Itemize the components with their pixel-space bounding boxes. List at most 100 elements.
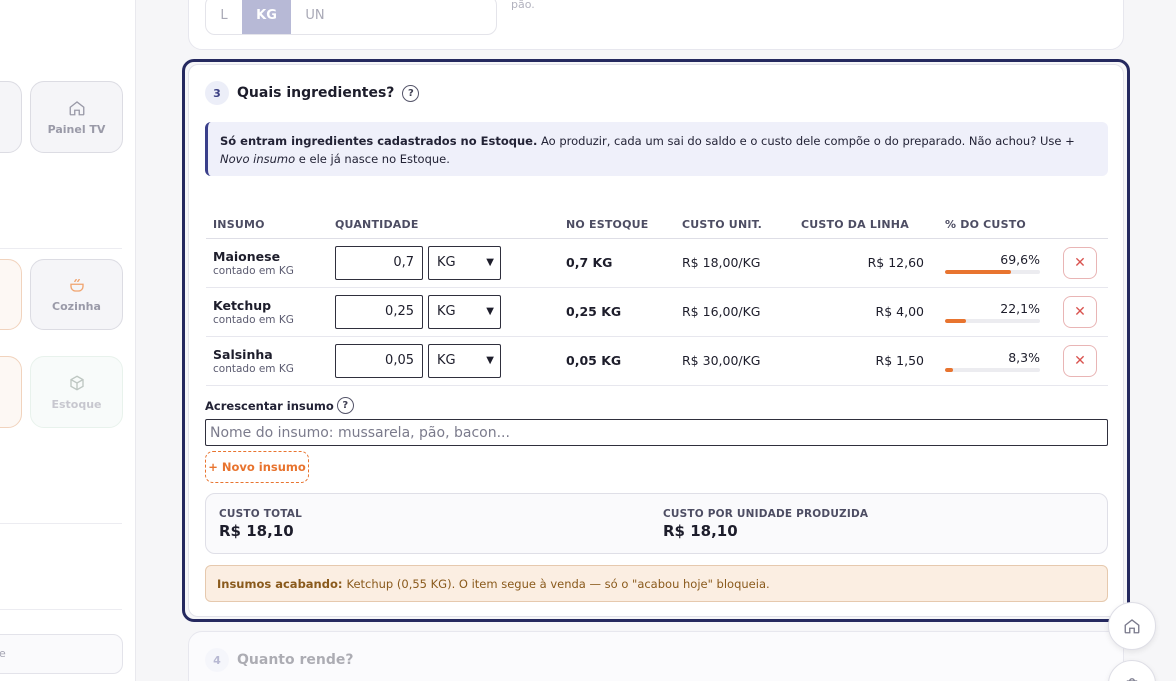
ingredient-sub: contado em KG [213, 362, 294, 375]
total-cost-value: R$ 18,10 [219, 522, 294, 540]
sidebar-divider [0, 523, 122, 524]
add-ingredient-label-row: Acrescentar insumo ? [205, 397, 354, 414]
step-title: Quais ingredientes? [237, 85, 395, 101]
unit-hint: L: molho, caldo · KG: massa, recheio · U… [511, 0, 535, 11]
new-ingredient-button[interactable]: + Novo insumo [205, 451, 309, 483]
sidebar: Painel TV Cozinha Estoque e [0, 0, 136, 681]
remove-button[interactable]: ✕ [1063, 295, 1097, 328]
step3-card: 3 Quais ingredientes? ? Só entram ingred… [188, 64, 1124, 617]
pct-bar-fill [945, 318, 966, 323]
table-row: Salsinhacontado em KG KG ▼ 0,05 KG R$ 30,… [206, 336, 1108, 386]
pct-bar-fill [945, 269, 1012, 274]
quantity-input[interactable] [335, 343, 423, 378]
unit-cost: R$ 16,00/KG [675, 287, 794, 337]
help-icon[interactable]: ? [336, 397, 354, 414]
step3-header: 3 Quais ingredientes? ? [205, 81, 420, 105]
ingredient-name: Salsinha [213, 346, 273, 362]
info-tail-text: e ele já nasce no Estoque. [295, 152, 450, 166]
total-cost: CUSTO TOTAL R$ 18,10 [219, 508, 302, 540]
sidebar-bottom-button[interactable]: e [0, 634, 123, 674]
col-header-estoque: NO ESTOQUE [559, 211, 675, 239]
unit-select-value: KG [437, 353, 456, 368]
sidebar-tile-estoque[interactable]: Estoque [30, 356, 123, 428]
unit-segmented-control: L KG UN [205, 0, 497, 35]
low-stock-warning: Insumos acabando: Ketchup (0,55 KG). O it… [205, 565, 1108, 602]
box-icon [69, 374, 84, 391]
step4-header: 4 Quanto rende? [205, 648, 353, 672]
close-icon: ✕ [1074, 254, 1086, 271]
pct-bar [945, 269, 1040, 274]
unit-option-l[interactable]: L [206, 0, 242, 34]
chevron-down-icon: ▼ [486, 257, 494, 268]
chevron-down-icon: ▼ [486, 355, 494, 366]
quantity-input[interactable] [335, 294, 423, 329]
line-cost: R$ 12,60 [794, 238, 938, 288]
remove-button[interactable]: ✕ [1063, 344, 1097, 377]
col-header-pct: % DO CUSTO [938, 211, 1048, 239]
table-header-row: INSUMO QUANTIDADE NO ESTOQUE CUSTO UNIT.… [206, 211, 1108, 239]
stock-value: 0,25 KG [559, 287, 675, 337]
pct-bar-fill [945, 367, 953, 372]
unit-select[interactable]: KG ▼ [428, 343, 501, 378]
help-icon[interactable]: ? [402, 84, 420, 102]
col-header-custo-unit: CUSTO UNIT. [675, 211, 794, 239]
stock-value: 0,05 KG [559, 336, 675, 386]
sidebar-bottom-label: e [0, 647, 6, 660]
add-ingredient-label: Acrescentar insumo [205, 398, 334, 413]
pct-value: 8,3% [1008, 349, 1040, 365]
unit-select[interactable]: KG ▼ [428, 294, 501, 329]
warning-text: Ketchup (0,55 KG). O item segue à venda … [346, 576, 770, 591]
chevron-down-icon: ▼ [486, 306, 494, 317]
unit-cost: R$ 30,00/KG [675, 336, 794, 386]
total-cost-label: CUSTO TOTAL [219, 508, 302, 520]
info-text: Ao produzir, cada um sai do saldo e o cu… [537, 134, 1066, 148]
col-header-actions [1048, 211, 1108, 239]
col-header-custo-linha: CUSTO DA LINHA [794, 211, 938, 239]
sidebar-tile-partial[interactable] [0, 259, 22, 330]
home-icon [69, 100, 84, 115]
unit-option-kg[interactable]: KG [242, 0, 291, 34]
sidebar-divider [0, 248, 122, 249]
sidebar-tile-label: Painel TV [47, 122, 106, 136]
remove-button[interactable]: ✕ [1063, 246, 1097, 279]
info-callout: Só entram ingredientes cadastrados no Es… [205, 122, 1108, 176]
unit-cost: R$ 18,00/KG [675, 238, 794, 288]
unit-select[interactable]: KG ▼ [428, 245, 501, 280]
quantity-input[interactable] [335, 245, 423, 280]
sidebar-tile-cozinha[interactable]: Cozinha [30, 259, 123, 330]
sidebar-tile-painel-tv[interactable]: Painel TV [30, 81, 123, 153]
unit-select-value: KG [437, 255, 456, 270]
ingredient-name: Maionese [213, 248, 281, 264]
line-cost: R$ 4,00 [794, 287, 938, 337]
sidebar-tile-partial[interactable] [0, 81, 22, 153]
step4-card[interactable]: 4 Quanto rende? [188, 631, 1124, 681]
close-icon: ✕ [1074, 303, 1086, 320]
per-unit-cost: CUSTO POR UNIDADE PRODUZIDA R$ 18,10 [663, 508, 868, 540]
unit-select-value: KG [437, 304, 456, 319]
info-bold-text: Só entram ingredientes cadastrados no Es… [220, 134, 538, 148]
step-title: Quanto rende? [237, 652, 354, 668]
unit-option-un[interactable]: UN [291, 0, 339, 34]
home-fab[interactable] [1108, 602, 1156, 650]
ingredient-search-input[interactable]: Nome do insumo: mussarela, pão, bacon... [205, 419, 1108, 446]
ingredient-name: Ketchup [213, 297, 272, 313]
per-unit-cost-value: R$ 18,10 [663, 522, 738, 540]
pct-value: 22,1% [1000, 300, 1040, 316]
per-unit-cost-label: CUSTO POR UNIDADE PRODUZIDA [663, 508, 869, 520]
pct-value: 69,6% [1000, 251, 1040, 267]
col-header-quantidade: QUANTIDADE [328, 211, 559, 239]
ingredients-table: INSUMO QUANTIDADE NO ESTOQUE CUSTO UNIT.… [206, 211, 1108, 386]
bag-icon [1126, 678, 1138, 681]
home-icon [1124, 619, 1140, 634]
ingredient-sub: contado em KG [213, 313, 294, 326]
sidebar-tile-label: Estoque [51, 397, 102, 411]
pct-bar [945, 367, 1040, 372]
table-row: Maionesecontado em KG KG ▼ 0,7 KG R$ 18,0… [206, 238, 1108, 288]
sidebar-tile-partial[interactable] [0, 356, 22, 428]
table-row: Ketchupcontado em KG KG ▼ 0,25 KG R$ 16,0… [206, 287, 1108, 337]
col-header-insumo: INSUMO [206, 211, 328, 239]
ingredient-sub: contado em KG [213, 264, 294, 277]
warning-bold: Insumos acabando: [217, 576, 343, 591]
sidebar-tile-label: Cozinha [52, 300, 101, 313]
cooking-pot-icon [69, 278, 84, 292]
